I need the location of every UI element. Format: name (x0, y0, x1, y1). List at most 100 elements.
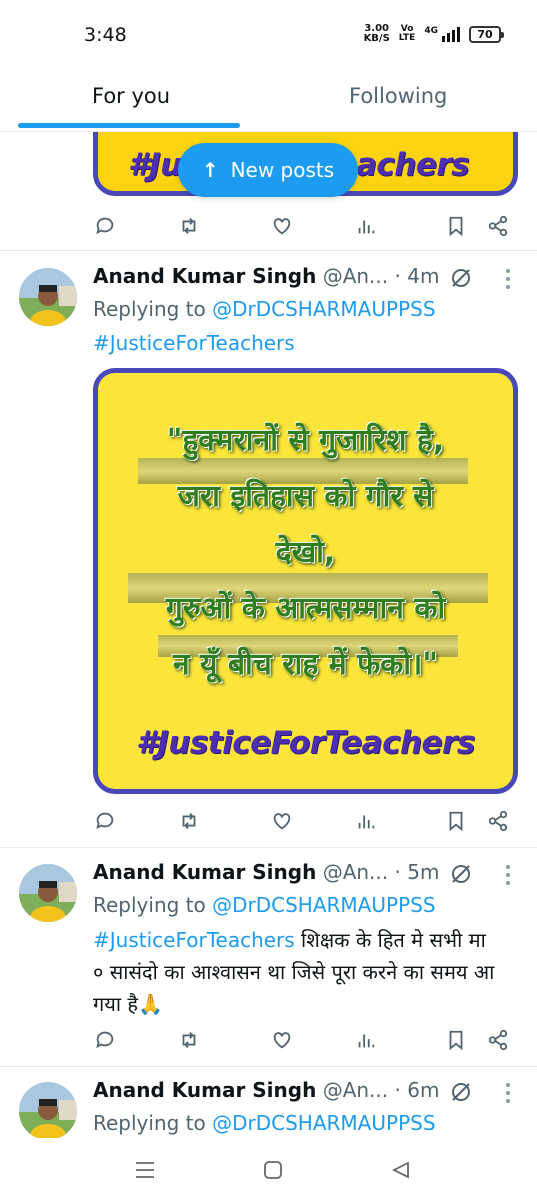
home-button[interactable] (259, 1156, 287, 1184)
repost-button[interactable] (174, 211, 204, 241)
post-divider (0, 1066, 537, 1067)
repost-button[interactable] (174, 806, 204, 836)
post-time[interactable]: 6m (407, 1078, 439, 1102)
post-time[interactable]: 5m (407, 860, 439, 884)
separator-dot: · (394, 1078, 408, 1102)
image-hashtag: #JusticeForTeachers (136, 725, 475, 761)
arrow-up-icon: ↑ (201, 158, 219, 182)
status-bar: 3:48 3.00 KB/S Vo LTE 4G 70 (0, 0, 537, 70)
home-icon (264, 1161, 282, 1179)
views-button[interactable] (351, 211, 381, 241)
signal-icon: 4G (424, 26, 460, 42)
tab-for-you[interactable]: For you (92, 84, 170, 108)
avatar[interactable] (19, 268, 77, 326)
replying-to: Replying to @DrDCSHARMAUPPSS (93, 297, 436, 321)
timeline-tabs: For you Following (0, 70, 537, 132)
reply-button[interactable] (90, 806, 120, 836)
volte-indicator: Vo LTE (398, 24, 416, 43)
author-name[interactable]: Anand Kumar Singh (93, 264, 316, 288)
post-actions (93, 1025, 518, 1055)
more-icon[interactable] (505, 269, 511, 289)
reply-icon (96, 217, 114, 235)
bookmark-icon (449, 216, 463, 237)
grok-icon[interactable] (449, 1080, 473, 1104)
author-handle[interactable]: @An... (323, 1078, 388, 1102)
views-icon (358, 815, 375, 829)
more-icon[interactable] (505, 865, 511, 885)
bookmark-icon (449, 811, 463, 832)
status-time: 3:48 (84, 24, 127, 46)
menu-icon (136, 1162, 154, 1178)
separator-dot: · (394, 264, 408, 288)
views-button[interactable] (351, 806, 381, 836)
status-indicators: 3.00 KB/S Vo LTE 4G 70 (363, 23, 504, 44)
avatar-image (19, 268, 77, 326)
reply-icon (96, 1031, 114, 1049)
bookmark-icon (449, 1030, 463, 1051)
separator-dot: · (394, 860, 408, 884)
post-divider (0, 250, 537, 251)
post-time[interactable]: 4m (407, 264, 439, 288)
share-button[interactable] (483, 1025, 513, 1055)
post-text: #JusticeForTeachers (93, 331, 295, 355)
reply-button[interactable] (90, 1025, 120, 1055)
views-icon (358, 220, 375, 234)
previous-post-actions (93, 211, 518, 241)
bookmark-button[interactable] (441, 806, 471, 836)
more-icon[interactable] (505, 1083, 511, 1103)
post-header: Anand Kumar Singh @An... · 4m (93, 264, 439, 288)
post-header: Anand Kumar Singh @An... · 6m (93, 1078, 439, 1102)
bookmark-button[interactable] (441, 1025, 471, 1055)
mention-link[interactable]: @DrDCSHARMAUPPSS (212, 1111, 435, 1135)
share-icon (488, 1029, 508, 1051)
menu-button[interactable] (131, 1156, 159, 1184)
banner-hashtag-right: achers (356, 147, 470, 183)
replying-to: Replying to @DrDCSHARMAUPPSS (93, 893, 436, 917)
post-header: Anand Kumar Singh @An... · 5m (93, 860, 439, 884)
repost-button[interactable] (174, 1025, 204, 1055)
views-button[interactable] (351, 1025, 381, 1055)
bookmark-button[interactable] (441, 211, 471, 241)
author-handle[interactable]: @An... (323, 860, 388, 884)
post-image[interactable]: "हुक्मरानों से गुजारिश है, जरा इतिहास को… (93, 368, 518, 794)
network-speed: 3.00 KB/S (363, 23, 390, 44)
mention-link[interactable]: @DrDCSHARMAUPPSS (212, 893, 435, 917)
avatar-image (19, 864, 77, 922)
author-name[interactable]: Anand Kumar Singh (93, 860, 316, 884)
author-name[interactable]: Anand Kumar Singh (93, 1078, 316, 1102)
avatar-image (19, 1082, 77, 1138)
like-button[interactable] (267, 1025, 297, 1055)
repost-icon (182, 1032, 196, 1048)
back-button[interactable] (387, 1156, 415, 1184)
views-icon (358, 1034, 375, 1048)
hashtag-link[interactable]: #JusticeForTeachers (93, 928, 295, 952)
grok-icon[interactable] (449, 862, 473, 886)
repost-icon (182, 218, 196, 234)
battery-icon: 70 (469, 25, 504, 43)
banner-hashtag-left: #Ju (128, 147, 182, 183)
like-icon (273, 1032, 291, 1049)
share-button[interactable] (483, 806, 513, 836)
post-actions (93, 806, 518, 836)
reply-button[interactable] (90, 211, 120, 241)
share-icon (488, 215, 508, 237)
image-poem: "हुक्मरानों से गुजारिश है, जरा इतिहास को… (165, 423, 446, 682)
tab-following[interactable]: Following (349, 84, 447, 108)
post-text: #JusticeForTeachers शिक्षक के हित मे सभी… (93, 928, 495, 1016)
timeline-feed[interactable]: #Ju achers Anand Kumar Singh @An... · 4m… (0, 132, 537, 1138)
avatar[interactable] (19, 1082, 77, 1138)
author-handle[interactable]: @An... (323, 264, 388, 288)
hashtag-link[interactable]: #JusticeForTeachers (93, 331, 295, 355)
like-button[interactable] (267, 806, 297, 836)
system-nav-bar (0, 1138, 537, 1200)
new-posts-button[interactable]: ↑ New posts (178, 143, 358, 197)
replying-to: Replying to @DrDCSHARMAUPPSS (93, 1111, 436, 1135)
grok-icon[interactable] (449, 266, 473, 290)
like-button[interactable] (267, 211, 297, 241)
like-icon (273, 218, 291, 235)
mention-link[interactable]: @DrDCSHARMAUPPSS (212, 297, 435, 321)
reply-icon (96, 812, 114, 830)
back-icon (391, 1161, 409, 1179)
share-button[interactable] (483, 211, 513, 241)
avatar[interactable] (19, 864, 77, 922)
